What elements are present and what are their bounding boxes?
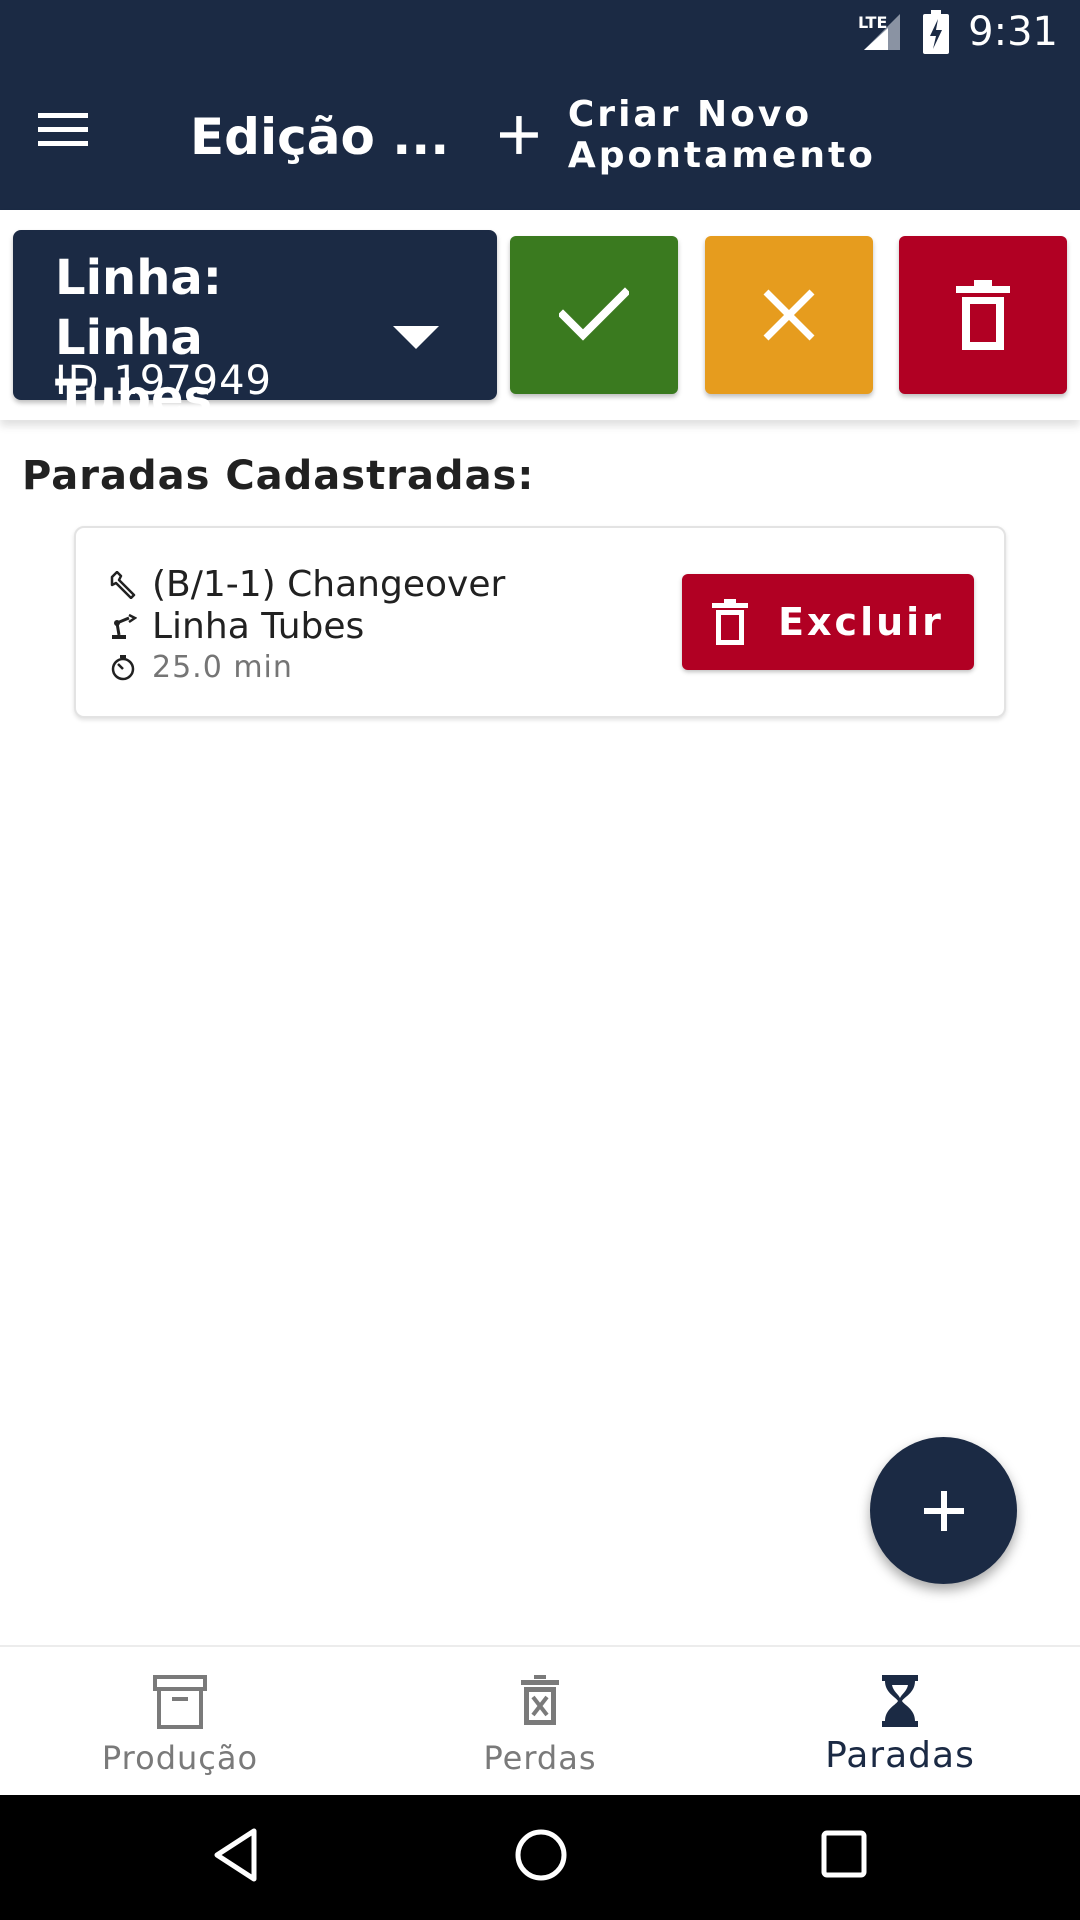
stop-reason-row: (B/1-1) Changeover xyxy=(108,564,505,605)
back-triangle-icon xyxy=(214,1828,257,1882)
recents-button[interactable] xyxy=(820,1827,868,1888)
line-selector[interactable]: Linha: Linha Tubes ID 197949 xyxy=(13,230,497,426)
stop-card: (B/1-1) Changeover Linha Tubes 25.0 min xyxy=(74,526,1006,718)
check-icon xyxy=(559,287,629,341)
system-navigation-bar xyxy=(0,1795,1080,1920)
delete-stop-label: Excluir xyxy=(778,600,944,644)
cancel-button[interactable] xyxy=(705,236,873,394)
home-button[interactable] xyxy=(513,1827,569,1888)
stop-reason: (B/1-1) Changeover xyxy=(152,564,506,605)
back-button[interactable] xyxy=(212,1827,260,1888)
plus-icon xyxy=(923,1490,964,1531)
nav-label-perdas: Perdas xyxy=(483,1739,597,1777)
timer-icon xyxy=(108,653,138,683)
status-bar: LTE 9:31 xyxy=(858,0,1080,64)
dropdown-caret-icon xyxy=(393,326,439,349)
create-new-entry-label: Criar Novo Apontamento xyxy=(567,94,876,176)
recents-square-icon xyxy=(821,1830,867,1878)
top-bar: LTE 9:31 Edição ... Criar Novo Apontamen… xyxy=(0,0,1080,210)
controls-row: Linha: Linha Tubes ID 197949 xyxy=(0,210,1080,426)
section-title: Paradas Cadastradas: xyxy=(22,453,535,499)
confirm-button[interactable] xyxy=(510,236,678,394)
nav-tab-producao[interactable]: Produção xyxy=(0,1647,360,1797)
hamburger-menu-icon xyxy=(38,113,88,146)
archive-icon xyxy=(153,1675,207,1734)
trash-icon xyxy=(712,599,749,645)
plus-icon xyxy=(500,116,538,154)
close-icon xyxy=(763,289,815,341)
nav-label-paradas: Paradas xyxy=(825,1735,975,1776)
status-time: 9:31 xyxy=(968,9,1058,55)
delete-entry-button[interactable] xyxy=(899,236,1067,394)
delete-stop-button[interactable]: Excluir xyxy=(682,574,974,670)
wrench-icon xyxy=(108,570,138,600)
app-bar: Edição ... Criar Novo Apontamento xyxy=(0,80,1080,190)
svg-text:LTE: LTE xyxy=(858,13,887,32)
bottom-navigation: Produção Perdas Paradas xyxy=(0,1645,1080,1795)
home-circle-icon xyxy=(515,1829,567,1881)
page-title: Edição ... xyxy=(190,108,450,166)
stop-line-row: Linha Tubes xyxy=(108,606,364,647)
lte-signal-icon: LTE xyxy=(858,13,901,50)
add-stop-fab[interactable] xyxy=(870,1437,1017,1584)
nav-label-producao: Produção xyxy=(101,1739,259,1777)
robot-arm-icon xyxy=(108,612,138,642)
stop-duration-row: 25.0 min xyxy=(108,650,293,685)
stop-duration: 25.0 min xyxy=(152,650,293,685)
menu-button[interactable] xyxy=(38,110,108,160)
line-id: ID 197949 xyxy=(55,358,273,404)
create-new-entry-button[interactable]: Criar Novo Apontamento xyxy=(500,94,1080,176)
trash-icon xyxy=(956,280,1010,350)
nav-tab-perdas[interactable]: Perdas xyxy=(360,1647,720,1797)
trash-x-icon xyxy=(520,1675,560,1730)
hourglass-icon xyxy=(882,1675,918,1732)
stop-line: Linha Tubes xyxy=(152,606,365,647)
nav-tab-paradas[interactable]: Paradas xyxy=(720,1647,1080,1797)
battery-charging-icon xyxy=(923,10,950,54)
